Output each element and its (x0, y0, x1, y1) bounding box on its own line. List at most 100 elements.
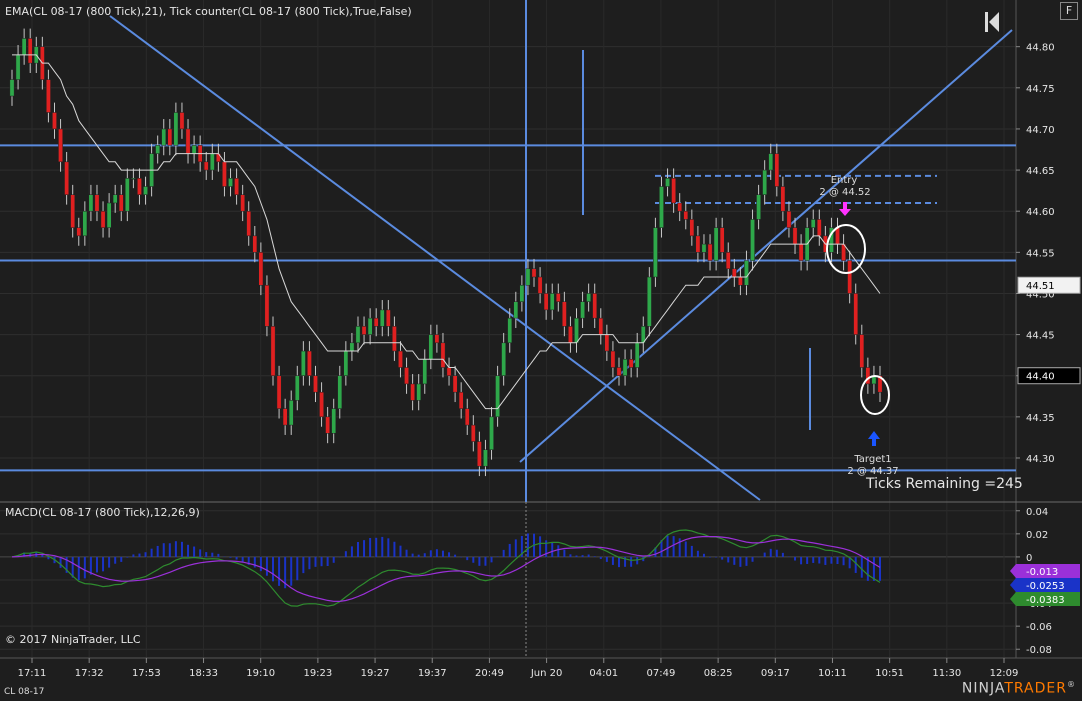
up-candle (549, 293, 555, 311)
time-label: 07:49 (647, 668, 676, 679)
down-candle (568, 326, 573, 344)
down-candle (780, 186, 786, 212)
down-candle (707, 243, 713, 261)
time-label: 10:11 (818, 668, 847, 679)
down-candle (561, 301, 567, 327)
up-candle (9, 79, 15, 97)
up-candle (428, 334, 434, 360)
up-candle (653, 227, 658, 278)
target-annotation[interactable]: Target1 2 @ 44.37 (847, 375, 899, 477)
indicator-title: EMA(CL 08-17 (800 Tick),21), Tick counte… (5, 5, 412, 18)
up-candle (173, 112, 179, 146)
down-candle (167, 128, 173, 146)
macd-tick-label: -0.06 (1026, 622, 1052, 633)
down-candle (719, 227, 725, 253)
down-candle (786, 210, 792, 228)
up-candle (337, 375, 343, 409)
target-label: Target1 (853, 454, 891, 465)
time-label: 08:25 (704, 668, 733, 679)
macd-tick-label: 0.04 (1026, 507, 1048, 518)
down-candle (774, 153, 780, 187)
up-candle (768, 153, 774, 171)
down-candle (404, 367, 409, 385)
up-candle (622, 359, 628, 376)
down-candle (555, 293, 561, 302)
down-candle (270, 326, 276, 376)
time-label: 19:23 (303, 668, 332, 679)
down-candle (76, 227, 82, 237)
time-label: 09:17 (761, 668, 790, 679)
time-label: 17:11 (18, 668, 47, 679)
up-candle (143, 186, 148, 195)
time-label: 17:53 (132, 668, 161, 679)
time-axis[interactable]: 17:11 17:32 17:53 18:33 19:10 19:23 19:27 19:37… (18, 658, 1019, 679)
up-candle (379, 309, 385, 327)
up-candle (331, 408, 337, 434)
up-candle (701, 243, 707, 253)
price-axis[interactable]: 44.8044.7544.7044.6544.6044.5544.5044.45… (1016, 43, 1055, 465)
macd-tick-label: -0.08 (1026, 645, 1052, 656)
down-candle (246, 210, 252, 237)
up-candle (300, 350, 306, 376)
down-candle (185, 128, 191, 154)
f-button[interactable]: F (1060, 2, 1078, 20)
down-candle (464, 408, 470, 426)
time-label: 19:27 (361, 668, 390, 679)
time-label: 17:32 (75, 668, 104, 679)
time-label: 11:30 (932, 668, 961, 679)
up-candle (756, 194, 761, 220)
ticks-remaining: Ticks Remaining =245 (865, 476, 1023, 492)
down-candle (477, 441, 482, 467)
up-candle (355, 326, 361, 344)
macd-marker-label: -0.0253 (1026, 581, 1065, 592)
up-candle (713, 227, 719, 261)
down-candle (319, 391, 324, 418)
down-candle (616, 367, 622, 376)
down-candle (100, 210, 106, 228)
down-candle (592, 293, 598, 319)
instrument-label: CL 08-17 (4, 687, 45, 697)
down-candle (282, 408, 288, 426)
up-candle (586, 293, 592, 302)
chart-canvas[interactable]: 44.8044.7544.7044.6544.6044.5544.5044.45… (0, 0, 1082, 701)
copyright: © 2017 NinjaTrader, LLC (5, 633, 141, 646)
down-candle (240, 194, 246, 212)
time-label: 04:01 (589, 668, 618, 679)
up-candle (810, 219, 816, 228)
down-candle (610, 350, 616, 368)
time-label: 20:49 (475, 668, 504, 679)
down-candle (361, 326, 367, 335)
down-candle (470, 424, 476, 442)
down-candle (683, 210, 689, 220)
price-tick-label: 44.65 (1026, 166, 1055, 177)
up-candle (750, 219, 755, 261)
skip-to-start-icon[interactable] (985, 12, 999, 32)
down-candle (859, 334, 865, 368)
down-candle (392, 326, 397, 352)
entry-label: Entry (831, 175, 858, 186)
up-candle (665, 178, 670, 187)
up-candle (349, 342, 355, 352)
up-candle (124, 178, 130, 212)
ema-line (12, 54, 881, 410)
up-trend-line[interactable] (519, 29, 1013, 463)
time-label: 19:10 (246, 668, 275, 679)
down-candle (738, 276, 743, 286)
macd-marker-label: -0.013 (1026, 567, 1058, 578)
logo-text-right: TRADER (1004, 681, 1067, 697)
down-candle (179, 112, 185, 130)
entry-arrow-icon (839, 202, 851, 216)
down-candle (677, 202, 683, 212)
down-candle (792, 227, 798, 245)
price-marker-label: 44.40 (1026, 372, 1055, 383)
up-candle (88, 194, 94, 212)
down-candle (725, 252, 731, 270)
down-candle (27, 38, 33, 64)
up-candle (367, 317, 373, 335)
time-label: 10:51 (875, 668, 904, 679)
down-candle (313, 375, 318, 393)
up-candle (525, 268, 531, 286)
macd-marker-label: -0.0383 (1026, 595, 1065, 606)
down-trend-line[interactable] (109, 15, 761, 501)
down-candle (695, 235, 701, 253)
